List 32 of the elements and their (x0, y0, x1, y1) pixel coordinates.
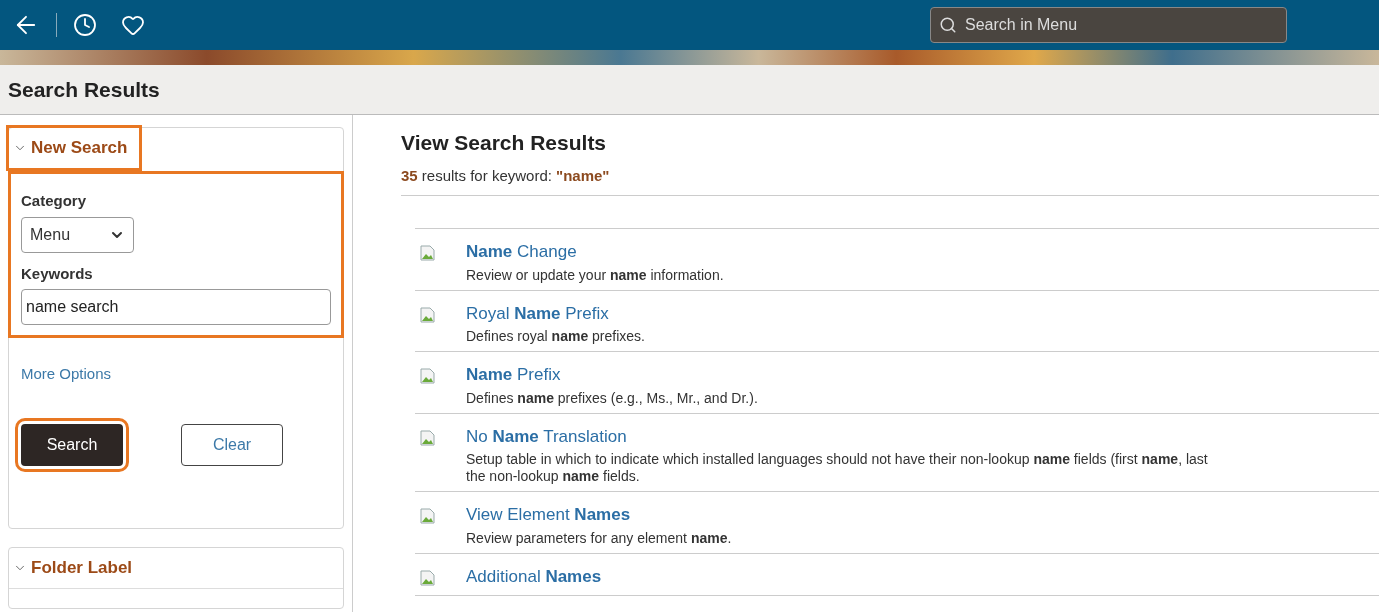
result-description: Setup table in which to indicate which installed languages should not have their non-lookup name fields (first name, last the non-lookup name fields. (466, 451, 1208, 485)
broken-image-icon (420, 429, 436, 446)
category-label: Category (21, 191, 88, 211)
result-description: Defines name prefixes (e.g., Ms., Mr., and Dr.). (466, 389, 758, 407)
result-description: Defines royal name prefixes. (466, 328, 645, 345)
results-summary: 35 results for keyword: "name" (401, 164, 1379, 196)
broken-image-icon (420, 569, 436, 586)
result-link[interactable]: Name Change (466, 242, 577, 261)
page-title: Search Results (8, 76, 160, 103)
search-icon (939, 16, 957, 34)
broken-image-icon (420, 245, 436, 261)
result-link[interactable]: View Element Names (466, 505, 631, 524)
clock-icon[interactable] (73, 13, 97, 37)
broken-image-icon (420, 306, 436, 323)
result-link[interactable]: Additional Names (466, 566, 602, 586)
result-link[interactable]: Royal Name Prefix (466, 303, 609, 323)
results-heading: View Search Results (401, 130, 608, 156)
keywords-field[interactable]: name search (21, 289, 331, 325)
keywords-label: Keywords (21, 263, 94, 284)
section-toggle[interactable]: New Search (9, 128, 140, 168)
section-toggle[interactable]: Folder Label (9, 547, 145, 588)
result-description: Review parameters for any element name. (466, 529, 732, 547)
result-link[interactable]: Name Prefix (466, 365, 561, 384)
category-select[interactable]: Menu (21, 216, 134, 253)
more-options-link[interactable]: More Options (21, 363, 331, 386)
broken-image-icon (420, 508, 436, 524)
result-description: Review or update your name information. (466, 266, 724, 284)
heart-icon[interactable] (121, 13, 145, 37)
menu-search-field[interactable]: Search in Menu (930, 7, 1287, 43)
clear-button[interactable]: Clear (181, 423, 283, 466)
broken-image-icon (420, 368, 436, 384)
result-link[interactable]: No Name Translation (466, 426, 627, 446)
